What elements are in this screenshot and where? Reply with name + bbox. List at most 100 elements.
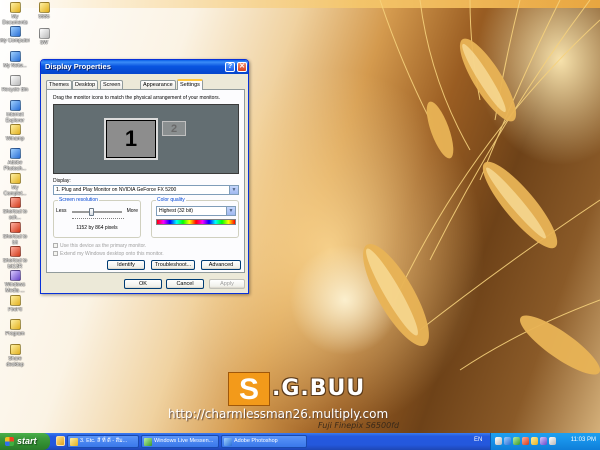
desktop-icon-label: Program bbox=[5, 331, 25, 338]
show-desktop-icon[interactable] bbox=[56, 436, 65, 446]
desktop-icon-label: Shortcut to sch... bbox=[2, 209, 28, 222]
recycle-bin-icon bbox=[9, 75, 21, 87]
desktop-icon[interactable]: My Documents bbox=[0, 2, 30, 26]
desktop-icon[interactable]: Recycle Bin bbox=[0, 75, 30, 93]
desktop-icon[interactable]: Shortcut to sch... bbox=[0, 197, 30, 221]
close-button[interactable]: ✕ bbox=[237, 62, 247, 72]
color-quality-title: Color quality bbox=[156, 197, 186, 203]
speaker-icon[interactable] bbox=[531, 437, 538, 445]
desktop-icon[interactable]: My Complet... bbox=[0, 172, 30, 197]
monitor-2[interactable]: 2 bbox=[162, 121, 186, 136]
apply-button[interactable]: Apply bbox=[209, 279, 245, 289]
help-icon[interactable] bbox=[495, 437, 502, 445]
desktop-icon[interactable]: Windows Media ... bbox=[0, 270, 30, 294]
checkbox-icon bbox=[53, 251, 58, 256]
display-select[interactable]: 1. Plug and Play Monitor on NVIDIA GeFor… bbox=[53, 185, 239, 195]
dialog-title: Display Properties bbox=[45, 62, 111, 71]
desktop-icon[interactable]: 5555 bbox=[29, 2, 59, 20]
desktop-icon-label: FireFil bbox=[8, 306, 22, 313]
color-quality-select[interactable]: Highest (32 bit) ▼ bbox=[156, 206, 236, 216]
desktop-icon[interactable]: Shortcut to bit13R bbox=[0, 246, 30, 270]
media-player-icon bbox=[9, 270, 21, 282]
display-select-value: 1. Plug and Play Monitor on NVIDIA GeFor… bbox=[56, 187, 177, 193]
windows-logo-icon bbox=[5, 437, 14, 446]
help-button[interactable]: ? bbox=[225, 62, 235, 72]
desktop-icon[interactable]: My Computer bbox=[0, 26, 30, 44]
desktop-icon-label: Adobe Photosh... bbox=[3, 160, 27, 173]
desktop-icon[interactable]: SW bbox=[29, 28, 59, 46]
computer-icon bbox=[9, 26, 21, 38]
desktop-icon-label: 5555 bbox=[38, 14, 50, 20]
extend-desktop-checkbox[interactable]: Extend my Windows desktop onto this moni… bbox=[53, 251, 164, 257]
system-tray: 11:03 PM bbox=[490, 433, 600, 450]
resolution-slider-thumb[interactable] bbox=[89, 208, 94, 216]
tab-themes[interactable]: Themes bbox=[46, 80, 72, 89]
instruction-text: Drag the monitor icons to match the phys… bbox=[53, 95, 221, 101]
monitor-arrangement: 1 2 bbox=[53, 104, 239, 174]
desktop-icon-label: Shortcut to bit bbox=[2, 233, 28, 246]
task-photoshop[interactable]: Adobe Photoshop bbox=[221, 435, 307, 448]
desktop-icon[interactable]: Winamp bbox=[0, 124, 30, 142]
photoshop-icon bbox=[224, 438, 232, 446]
desktop-icon[interactable]: Program bbox=[0, 319, 30, 337]
desktop-icon[interactable]: Adobe Photosh... bbox=[0, 148, 30, 172]
display-properties-dialog: Display Properties ? ✕ Themes Desktop Sc… bbox=[40, 59, 249, 294]
display-label: Display: bbox=[53, 178, 71, 184]
display-icon[interactable] bbox=[540, 437, 547, 445]
chevron-down-icon[interactable]: ▼ bbox=[229, 186, 238, 194]
desktop-icon-label: My Netw... bbox=[3, 62, 27, 69]
task-photoshop-label: Adobe Photoshop bbox=[234, 438, 278, 444]
desktop-icon[interactable]: Shortcut to bit bbox=[0, 221, 30, 246]
desktop-icon-label: Windows Media ... bbox=[4, 282, 26, 295]
tab-screen-saver[interactable]: Screen Saver bbox=[100, 80, 124, 96]
slider-ticks bbox=[72, 218, 124, 220]
task-folder-label: 3. Etc. สี ที่ ดี - สีม... bbox=[80, 438, 128, 444]
cancel-button[interactable]: Cancel bbox=[166, 279, 204, 289]
resolution-slider-track[interactable] bbox=[72, 211, 122, 213]
desktop-icon[interactable]: Internet Explorer bbox=[0, 99, 30, 124]
folder-icon bbox=[9, 172, 21, 184]
shortcut-icon bbox=[9, 197, 21, 209]
clock: 11:03 PM bbox=[570, 437, 596, 443]
language-indicator[interactable]: EN bbox=[474, 437, 482, 443]
desktop-icon-label: Shortcut to bit13R bbox=[2, 258, 28, 270]
tab-desktop[interactable]: Desktop bbox=[72, 80, 99, 89]
photoshop-icon bbox=[9, 148, 21, 160]
folder-icon bbox=[70, 438, 78, 446]
troubleshoot-button[interactable]: Troubleshoot... bbox=[151, 260, 195, 270]
task-folder[interactable]: 3. Etc. สี ที่ ดี - สีม... bbox=[67, 435, 139, 448]
task-messenger[interactable]: Windows Live Messen... bbox=[141, 435, 219, 448]
primary-monitor-checkbox[interactable]: Use this device as the primary monitor. bbox=[53, 243, 146, 249]
taskbar: start 3. Etc. สี ที่ ดี - สีม... Windows… bbox=[0, 433, 600, 450]
start-button[interactable]: start bbox=[0, 433, 50, 450]
folder-icon bbox=[9, 2, 21, 13]
resolution-less-label: Less bbox=[56, 208, 67, 214]
antivirus-icon[interactable] bbox=[522, 437, 529, 445]
ok-button[interactable]: OK bbox=[124, 279, 162, 289]
tab-settings[interactable]: Settings bbox=[177, 79, 203, 90]
desktop-icon[interactable]: FireFil bbox=[0, 294, 30, 313]
volume-icon[interactable] bbox=[549, 437, 556, 445]
advanced-button[interactable]: Advanced bbox=[201, 260, 241, 270]
resolution-value: 1152 by 864 pixels bbox=[76, 225, 118, 231]
network-icon[interactable] bbox=[504, 437, 511, 445]
color-quality-group: Color quality Highest (32 bit) ▼ bbox=[151, 197, 239, 238]
title-bar[interactable]: Display Properties ? ✕ bbox=[41, 60, 248, 74]
desktop-icon-label: Recycle Bin bbox=[1, 87, 29, 94]
desktop-icon[interactable]: Share desktop bbox=[0, 343, 30, 368]
tab-appearance[interactable]: Appearance bbox=[140, 80, 176, 89]
logo-mark: S bbox=[228, 372, 270, 406]
watermark-url: http://charmlessman26.multiply.com bbox=[168, 407, 389, 421]
desktop-icon-label: Share desktop bbox=[6, 355, 24, 368]
checkbox-icon bbox=[53, 243, 58, 248]
task-messenger-label: Windows Live Messen... bbox=[154, 438, 214, 444]
chevron-down-icon[interactable]: ▼ bbox=[226, 207, 235, 215]
messenger-icon[interactable] bbox=[513, 437, 520, 445]
shortcut-icon bbox=[9, 221, 21, 233]
start-label: start bbox=[17, 436, 37, 446]
monitor-1[interactable]: 1 bbox=[104, 118, 158, 160]
folder-icon bbox=[9, 294, 21, 306]
desktop-icon[interactable]: My Netw... bbox=[0, 50, 30, 69]
identify-button[interactable]: Identify bbox=[107, 260, 145, 270]
winamp-icon bbox=[9, 124, 21, 135]
